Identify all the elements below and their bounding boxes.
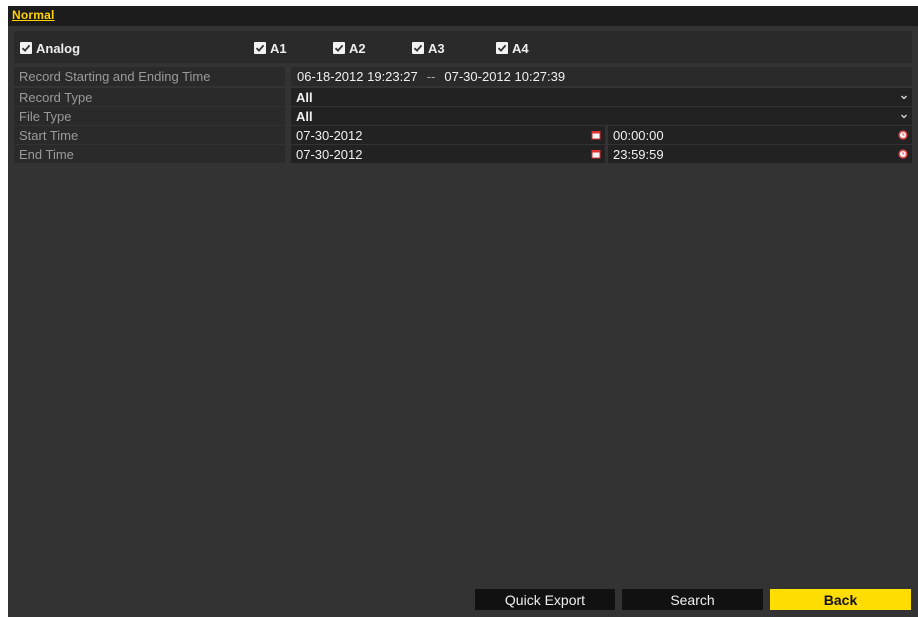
chevron-down-icon [901,114,907,119]
calendar-icon[interactable] [591,149,601,159]
record-type-row: Record Type All [14,88,912,106]
file-type-row: File Type All [14,107,912,125]
search-panel: Normal Analog A1 A2 A3 A4 Record Startin… [8,6,918,617]
checkbox-checked-icon [333,42,345,54]
record-type-select[interactable]: All [291,88,912,106]
start-time-label: Start Time [14,126,285,144]
channel-a3-checkbox[interactable]: A3 [412,40,445,56]
chevron-down-icon [901,95,907,100]
tab-normal[interactable]: Normal [12,8,55,22]
checkbox-checked-icon [496,42,508,54]
record-type-label: Record Type [14,88,285,106]
record-range-end: 07-30-2012 10:27:39 [444,69,566,84]
clock-icon[interactable] [898,130,908,140]
record-range-value: 06-18-2012 19:23:27 -- 07-30-2012 10:27:… [291,67,912,86]
start-time-value: 00:00:00 [613,127,664,143]
start-date-field[interactable]: 07-30-2012 [291,126,605,144]
end-time-row: End Time 07-30-2012 23:59:59 [14,145,912,163]
record-range-label: Record Starting and Ending Time [14,67,285,86]
start-date-value: 07-30-2012 [296,127,363,143]
channel-a4-label: A4 [512,40,529,56]
channel-a1-checkbox[interactable]: A1 [254,40,287,56]
checkbox-checked-icon [412,42,424,54]
tab-bar: Normal [8,6,918,26]
record-range-row: Record Starting and Ending Time 06-18-20… [14,67,912,86]
file-type-select[interactable]: All [291,107,912,125]
channel-a4-checkbox[interactable]: A4 [496,40,529,56]
end-time-value: 23:59:59 [613,146,664,162]
channel-a1-label: A1 [270,40,287,56]
end-time-field[interactable]: 23:59:59 [608,145,912,163]
search-button[interactable]: Search [622,589,763,610]
channel-a2-label: A2 [349,40,366,56]
channel-selection-bar: Analog A1 A2 A3 A4 [14,31,912,63]
calendar-icon[interactable] [591,130,601,140]
end-date-value: 07-30-2012 [296,146,363,162]
channel-a3-label: A3 [428,40,445,56]
clock-icon[interactable] [898,149,908,159]
end-time-label: End Time [14,145,285,163]
start-time-field[interactable]: 00:00:00 [608,126,912,144]
file-type-label: File Type [14,107,285,125]
file-type-value: All [296,108,313,124]
analog-label: Analog [36,40,81,56]
channel-a2-checkbox[interactable]: A2 [333,40,366,56]
analog-checkbox[interactable]: Analog [20,40,80,56]
record-type-value: All [296,89,313,105]
checkbox-checked-icon [254,42,266,54]
record-range-start: 06-18-2012 19:23:27 [297,69,418,84]
end-date-field[interactable]: 07-30-2012 [291,145,605,163]
checkbox-checked-icon [20,42,32,54]
back-button[interactable]: Back [770,589,911,610]
record-range-separator: -- [426,69,436,84]
start-time-row: Start Time 07-30-2012 00:00:00 [14,126,912,144]
quick-export-button[interactable]: Quick Export [475,589,615,610]
